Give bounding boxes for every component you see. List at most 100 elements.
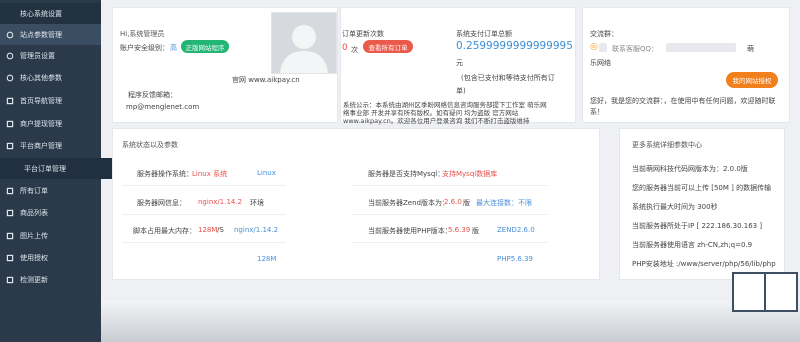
admin-greeting: Hi,系统管理员 (120, 30, 165, 38)
sidebar-item-label: 首页导航管理 (20, 96, 62, 105)
status-left-value-2b: 环境 (250, 199, 264, 207)
status-right-value-3: 5.6.39 (448, 226, 471, 234)
cog-icon (6, 10, 14, 18)
sidebar-item-label: 检测更新 (20, 275, 48, 284)
sidebar-item-platform-orders[interactable]: 平台订单管理 (0, 158, 125, 179)
order-total-note-2: 单) (456, 87, 466, 95)
support-qq-label: 联系客服QQ： (612, 45, 659, 53)
sidebar-item-home-nav[interactable]: 首页导航管理 (0, 90, 101, 111)
status-left-value-3: 128M (198, 226, 218, 234)
order-total-unit: 元 (456, 59, 463, 67)
sidebar-item-label: 商户提现管理 (20, 119, 62, 128)
company-name-1: 萌 (747, 45, 754, 53)
divider (352, 214, 548, 215)
sidebar-item-label: 核心系统设置 (20, 9, 62, 18)
status-right-label-1: 服务器是否支持Mysql： (368, 170, 445, 178)
sidebar-item-core-settings[interactable]: 核心系统设置 (0, 3, 101, 24)
status-right-extra-2: 最大连接数：不限 (476, 199, 532, 207)
status-right-value-2: 2.6.0 (444, 198, 462, 206)
divider (352, 242, 548, 243)
status-title: 系统状态以及参数 (122, 141, 178, 149)
sidebar-item-label: 图片上传 (20, 231, 48, 240)
bottom-shadow (101, 300, 800, 342)
grid-icon (6, 142, 14, 150)
grid-icon (6, 254, 14, 262)
details-title: 更多系统详细参数中心 (632, 141, 702, 149)
status-right-value-3b: 版 (472, 227, 479, 235)
circle-icon (6, 52, 14, 60)
status-right-label-3: 当前服务器使用PHP版本： (368, 227, 452, 235)
sidebar-item-products[interactable]: 商品列表 (0, 202, 101, 223)
security-label: 账户安全级别： (120, 44, 169, 52)
sidebar-item-label: 使用授权 (20, 253, 48, 262)
details-line: 系统执行最大时间为 300秒 (632, 203, 718, 211)
sidebar: 核心系统设置 站点参数管理 管理员设置 核心其他参数 首页导航管理 商户提现管理… (0, 0, 125, 342)
details-line: 当前服务器使用语言 zh-CN,zh;q=0.9 (632, 241, 753, 249)
contact-title: 交流群： (590, 30, 618, 38)
details-line: 您的服务器当前可以上传 [50M ] 的数据传输 (632, 184, 772, 192)
grid-icon (6, 209, 14, 217)
welcome-text-2: 系！ (590, 108, 604, 116)
sidebar-item-merchant-withdraw[interactable]: 商户提现管理 (0, 113, 101, 134)
my-website-license-button[interactable]: 我的网站授权 (726, 72, 778, 88)
circle-icon (6, 74, 14, 82)
announcement-line-3: www.aikpay.cn。欢迎各位用户登录咨询 我们不断打击盗版维持 (343, 117, 530, 125)
sidebar-item-site-params[interactable]: 站点参数管理 (0, 24, 101, 45)
sidebar-item-label: 平台商户管理 (20, 141, 62, 150)
status-right-extra-3: ZEND2.6.0 (497, 226, 535, 234)
status-left-label-3: 脚本占用最大内存： (133, 227, 196, 235)
status-left-extra-1: Linux (257, 169, 276, 177)
status-left-value-3b: /S (217, 226, 224, 234)
company-name-2: 乐网络 (590, 59, 611, 67)
sidebar-item-admin-settings[interactable]: 管理员设置 (0, 45, 101, 66)
blurred-group-name (599, 43, 607, 52)
status-left-label-1: 服务器操作系统： (137, 170, 193, 178)
mini-window (764, 272, 798, 312)
sidebar-item-label: 平台订单管理 (24, 164, 66, 173)
sidebar-item-license[interactable]: 使用授权 (0, 247, 101, 268)
details-line: 当前服务器所处于IP [ 222.186.30.163 ] (632, 222, 763, 230)
security-level: 高 (170, 44, 177, 52)
divider (122, 185, 286, 186)
sidebar-item-image-upload[interactable]: 图片上传 (0, 225, 101, 246)
sidebar-item-check-update[interactable]: 检测更新 (0, 269, 101, 290)
divider (122, 242, 286, 243)
update-count-value: 0 (342, 43, 348, 53)
grid-icon (6, 97, 14, 105)
avatar (271, 12, 337, 74)
order-total-label: 系统支付订单总额 (456, 30, 512, 38)
sidebar-item-core-other[interactable]: 核心其他参数 (0, 67, 101, 88)
order-total-value: 0.2599999999999995 (456, 40, 573, 52)
status-left-value-2: nginx/1.14.2 (198, 198, 243, 206)
status-right-value-1: 支持Mysql数据库 (442, 170, 498, 178)
view-all-orders-button[interactable]: 查看所有订单 (363, 40, 413, 53)
blurred-qq-number (666, 43, 736, 52)
status-right-extra-4: PHP5.6.39 (497, 255, 533, 263)
welcome-text-1: 您好，我是您的交流群：，在使用中有任何问题，欢迎随时联 (590, 97, 776, 105)
sidebar-item-all-orders[interactable]: 所有订单 (0, 180, 101, 201)
grid-icon (6, 276, 14, 284)
official-website: 官网 www.aikpay.cn (232, 76, 300, 84)
sidebar-item-label: 管理员设置 (20, 51, 55, 60)
status-left-extra-3: nginx/1.14.2 (234, 226, 279, 234)
grid-icon (6, 187, 14, 195)
status-left-extra-4: 128M (257, 255, 277, 263)
status-left-value-1: Linux 系统 (192, 170, 228, 178)
update-count-label: 订单更新次数 (342, 30, 384, 38)
qq-icon: ◎ (590, 42, 598, 52)
grid-icon (6, 120, 14, 128)
circle-icon (6, 31, 14, 39)
update-count-unit: 次 (351, 46, 358, 54)
sidebar-item-label: 核心其他参数 (20, 73, 62, 82)
details-line: 当前萌网科技代码网版本为：2.0.0版 (632, 165, 748, 173)
sidebar-item-platform-merchant[interactable]: 平台商户管理 (0, 135, 101, 156)
status-left-label-2: 服务器网信息： (137, 199, 186, 207)
sidebar-item-label: 站点参数管理 (20, 30, 62, 39)
sidebar-item-label: 商品列表 (20, 208, 48, 217)
mini-window (732, 272, 766, 312)
divider (122, 214, 286, 215)
divider (352, 185, 548, 186)
details-line: PHP安装地址 :/www/server/php/56/lib/php (632, 260, 776, 268)
order-total-note: (包含已支付和等待支付所有订 (461, 74, 555, 82)
official-program-button[interactable]: 正版网站程序 (181, 40, 229, 53)
